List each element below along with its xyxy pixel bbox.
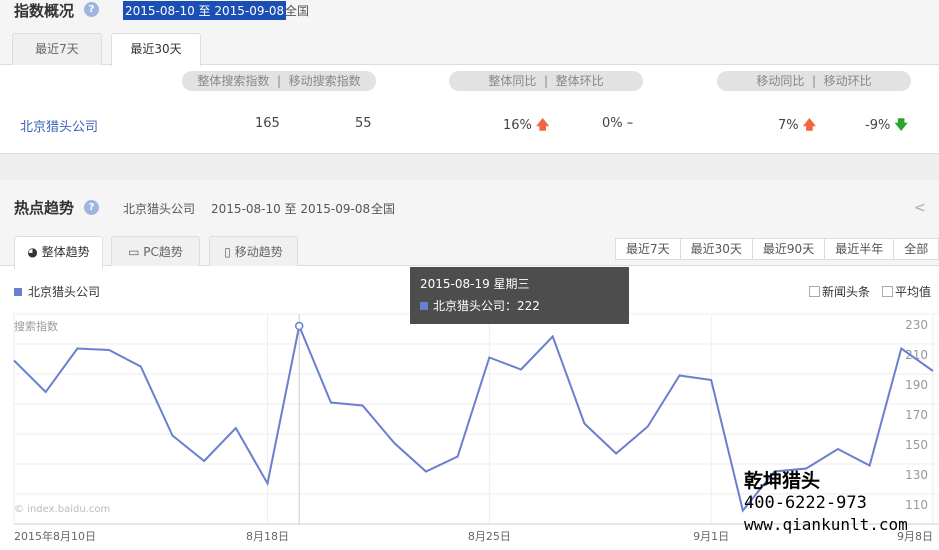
y-tick-label: 150 (905, 438, 928, 452)
overlay-phone: 400-6222-973 (744, 493, 867, 513)
x-tick-label: 8月25日 (468, 530, 511, 543)
tooltip: 2015-08-19 星期三 北京猎头公司：222 (410, 267, 629, 324)
y-tick-label: 230 (905, 318, 928, 332)
y-tick-label: 110 (905, 498, 928, 512)
tooltip-date: 2015-08-19 星期三 (420, 277, 530, 291)
overlay-name: 乾坤猎头 (744, 470, 821, 492)
y-tick-label: 130 (905, 468, 928, 482)
x-tick-label: 9月1日 (693, 530, 729, 543)
x-tick-label: 2015年8月10日 (14, 529, 96, 543)
watermark: © index.baidu.com (14, 504, 110, 515)
watermark-overlay: 乾坤猎头 400-6222-973 www.qiankunlt.com (744, 470, 908, 536)
data-point (294, 321, 304, 331)
y-axis-label: 搜索指数 (14, 319, 58, 333)
y-tick-label: 190 (905, 378, 928, 392)
overlay-url: www.qiankunlt.com (744, 515, 908, 534)
tooltip-value: 北京猎头公司：222 (420, 295, 619, 317)
x-tick-label: 8月18日 (246, 530, 289, 543)
y-tick-label: 170 (905, 408, 928, 422)
